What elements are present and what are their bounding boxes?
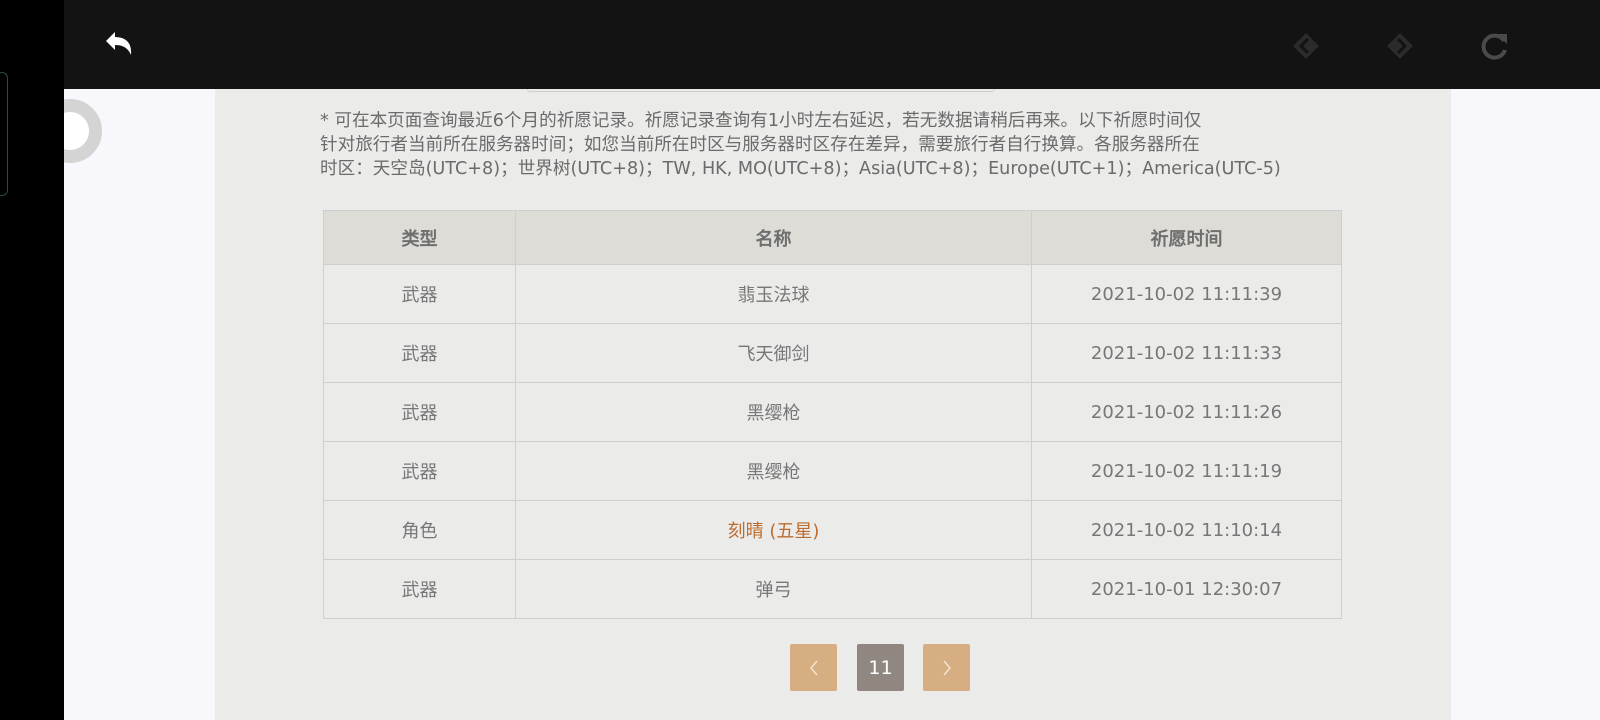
table-row: 武器 黑缨枪 2021-10-02 11:11:19 — [323, 441, 1342, 501]
wish-records-table: 类型 名称 祈愿时间 武器 翡玉法球 2021-10-02 11:11:39 武… — [323, 210, 1342, 619]
table-row: 武器 飞天御剑 2021-10-02 11:11:33 — [323, 323, 1342, 383]
cell-name: 黑缨枪 — [515, 441, 1032, 501]
refresh-icon[interactable] — [1475, 26, 1515, 66]
table-row: 武器 黑缨枪 2021-10-02 11:11:26 — [323, 382, 1342, 442]
undo-arrow-icon[interactable] — [98, 26, 138, 66]
table-row: 武器 弹弓 2021-10-01 12:30:07 — [323, 559, 1342, 619]
query-notice: * 可在本页面查询最近6个月的祈愿记录。祈愿记录查询有1小时左右延迟，若无数据请… — [320, 111, 1281, 179]
browser-toolbar — [64, 0, 1600, 89]
cell-time: 2021-10-02 11:11:19 — [1031, 441, 1342, 501]
cell-time: 2021-10-02 11:11:39 — [1031, 264, 1342, 324]
diamond-arrow-left-icon[interactable] — [1286, 26, 1326, 66]
wish-type-select[interactable] — [527, 89, 995, 92]
web-content: * 可在本页面查询最近6个月的祈愿记录。祈愿记录查询有1小时左右延迟，若无数据请… — [64, 89, 1600, 720]
wish-history-panel: * 可在本页面查询最近6个月的祈愿记录。祈愿记录查询有1小时左右延迟，若无数据请… — [215, 89, 1451, 720]
cell-type: 武器 — [323, 264, 516, 324]
cell-time: 2021-10-02 11:11:33 — [1031, 323, 1342, 383]
table-header-row: 类型 名称 祈愿时间 — [323, 210, 1342, 265]
cell-type: 武器 — [323, 559, 516, 619]
pagination: 11 — [215, 644, 1451, 692]
cell-name-five-star: 刻晴 (五星) — [515, 500, 1032, 560]
cell-type: 武器 — [323, 323, 516, 383]
cell-name: 翡玉法球 — [515, 264, 1032, 324]
cell-time: 2021-10-01 12:30:07 — [1031, 559, 1342, 619]
cell-name: 弹弓 — [515, 559, 1032, 619]
prev-page-button[interactable] — [790, 644, 837, 691]
cell-time: 2021-10-02 11:11:26 — [1031, 382, 1342, 442]
column-header-type: 类型 — [323, 210, 516, 265]
diamond-arrow-right-icon[interactable] — [1380, 26, 1420, 66]
next-page-button[interactable] — [923, 644, 970, 691]
table-row: 角色 刻晴 (五星) 2021-10-02 11:10:14 — [323, 500, 1342, 560]
loading-spinner-icon — [64, 99, 102, 163]
current-page-indicator[interactable]: 11 — [857, 644, 904, 691]
cell-time: 2021-10-02 11:10:14 — [1031, 500, 1342, 560]
chevron-right-icon — [942, 660, 951, 675]
cell-name: 黑缨枪 — [515, 382, 1032, 442]
chevron-left-icon — [809, 660, 818, 675]
device-left-edge — [0, 0, 64, 720]
table-row: 武器 翡玉法球 2021-10-02 11:11:39 — [323, 264, 1342, 324]
cell-type: 角色 — [323, 500, 516, 560]
column-header-time: 祈愿时间 — [1031, 210, 1342, 265]
cell-type: 武器 — [323, 441, 516, 501]
cell-type: 武器 — [323, 382, 516, 442]
column-header-name: 名称 — [515, 210, 1032, 265]
side-panel-handle[interactable] — [0, 72, 8, 196]
cell-name: 飞天御剑 — [515, 323, 1032, 383]
